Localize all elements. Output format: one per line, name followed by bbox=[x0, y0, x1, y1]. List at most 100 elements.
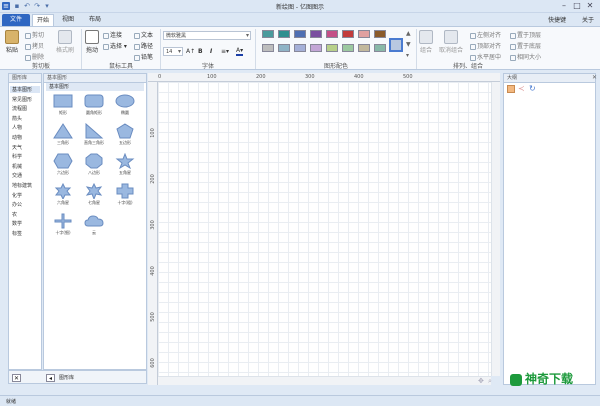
align-top-button[interactable]: 顶部对齐 bbox=[470, 41, 501, 50]
maximize-icon[interactable]: □ bbox=[571, 1, 583, 11]
library-category-item[interactable]: 地标建筑 bbox=[12, 182, 32, 189]
library-category-item[interactable]: 交通 bbox=[12, 172, 22, 179]
shape-item[interactable]: 五边形 bbox=[110, 123, 140, 146]
library-category-item[interactable]: 数学 bbox=[12, 220, 22, 227]
shape-item[interactable]: 六边形 bbox=[48, 153, 78, 176]
library-footer-label[interactable]: 图形库 bbox=[59, 374, 74, 381]
shape-item[interactable]: 椭圆 bbox=[110, 93, 140, 116]
color-swatch[interactable] bbox=[262, 44, 274, 52]
same-size-button[interactable]: 相同大小 bbox=[510, 52, 541, 61]
tab-view[interactable]: 视图 bbox=[57, 14, 79, 26]
close-library-icon[interactable]: ✕ bbox=[12, 374, 21, 382]
outline-share-icon[interactable]: ≺ bbox=[518, 84, 525, 93]
search-icon[interactable]: ⌕ bbox=[488, 377, 492, 386]
shape-item[interactable]: 十字(细) bbox=[48, 213, 78, 236]
library-category-item[interactable]: 天气 bbox=[12, 144, 22, 151]
library-category-item[interactable]: 农 bbox=[12, 211, 17, 218]
shape-item[interactable]: 直角三角形 bbox=[79, 123, 109, 146]
tab-layout[interactable]: 布局 bbox=[84, 14, 106, 26]
color-swatch[interactable] bbox=[278, 30, 290, 38]
bold-button[interactable]: B bbox=[198, 48, 203, 55]
library-category-item[interactable]: 常见图形 bbox=[12, 96, 32, 103]
format-painter-button[interactable]: 格式刷 bbox=[50, 30, 80, 54]
color-swatch[interactable] bbox=[374, 30, 386, 38]
horizontal-scrollbar[interactable] bbox=[158, 376, 491, 385]
bring-top-button[interactable]: 置于顶层 bbox=[510, 30, 541, 39]
shape-item[interactable]: 云 bbox=[79, 213, 109, 236]
align-center-button[interactable]: 水平居中 bbox=[470, 52, 501, 61]
color-swatch[interactable] bbox=[310, 44, 322, 52]
color-swatch[interactable] bbox=[262, 30, 274, 38]
paste-button[interactable]: 粘贴 bbox=[4, 30, 20, 54]
shape-item[interactable]: 六角星 bbox=[48, 183, 78, 206]
outline-panel: ≺ ↻ ✕ bbox=[503, 74, 597, 385]
about-link[interactable]: 关于 bbox=[582, 15, 594, 24]
colors-scroll-up-icon[interactable]: ▲ bbox=[406, 30, 411, 37]
connect-button[interactable]: 连接 bbox=[103, 30, 122, 39]
color-swatch[interactable] bbox=[326, 44, 338, 52]
library-back-icon[interactable]: ◂ bbox=[46, 374, 55, 382]
cut-button[interactable]: 剪切 bbox=[25, 30, 44, 39]
color-swatch[interactable] bbox=[294, 44, 306, 52]
shape-item[interactable]: 七角星 bbox=[79, 183, 109, 206]
color-swatch[interactable] bbox=[342, 44, 354, 52]
current-color-swatch[interactable] bbox=[389, 38, 403, 52]
shape-item[interactable]: 圆角矩形 bbox=[79, 93, 109, 116]
select-button[interactable]: 选择 ▾ bbox=[103, 41, 127, 50]
zoom-fit-icon[interactable]: ✥ bbox=[478, 377, 484, 385]
vertical-scrollbar[interactable] bbox=[491, 82, 500, 376]
font-size-select[interactable]: 14 bbox=[163, 47, 183, 56]
copy-button[interactable]: 拷贝 bbox=[25, 41, 44, 50]
minimize-icon[interactable]: – bbox=[558, 1, 570, 11]
color-swatch[interactable] bbox=[342, 30, 354, 38]
color-swatch[interactable] bbox=[374, 44, 386, 52]
colors-scroll-down-icon[interactable]: ▼ bbox=[406, 41, 411, 48]
outline-close-icon[interactable]: ✕ bbox=[592, 74, 597, 81]
library-category-item[interactable]: 动物 bbox=[12, 134, 22, 141]
italic-button[interactable]: I bbox=[210, 48, 212, 55]
color-swatch[interactable] bbox=[358, 44, 370, 52]
tab-file[interactable]: 文件 bbox=[2, 14, 30, 26]
shape-item[interactable]: 八边形 bbox=[79, 153, 109, 176]
group-button[interactable]: 组合 bbox=[418, 30, 434, 54]
font-family-select[interactable]: 微软雅黑 bbox=[163, 31, 251, 40]
library-category-item[interactable]: 标签 bbox=[12, 230, 22, 237]
library-category-item[interactable]: 科学 bbox=[12, 153, 22, 160]
library-category-item[interactable]: 化学 bbox=[12, 192, 22, 199]
colors-more-icon[interactable]: ▾ bbox=[406, 52, 409, 59]
color-swatch[interactable] bbox=[294, 30, 306, 38]
library-category-item[interactable]: 流程图 bbox=[12, 105, 27, 112]
shape-item[interactable]: 十字(粗) bbox=[110, 183, 140, 206]
color-swatch[interactable] bbox=[278, 44, 290, 52]
color-swatch[interactable] bbox=[310, 30, 322, 38]
outline-refresh-icon[interactable]: ↻ bbox=[529, 84, 536, 93]
library-category-item[interactable]: 办公 bbox=[12, 201, 22, 208]
path-button[interactable]: 路径 bbox=[134, 41, 153, 50]
close-icon[interactable]: ✕ bbox=[584, 1, 596, 11]
color-swatch[interactable] bbox=[326, 30, 338, 38]
shortcut-link[interactable]: 快捷键 bbox=[548, 15, 566, 24]
library-category-item[interactable]: 人物 bbox=[12, 124, 22, 131]
text-button[interactable]: 文本 bbox=[134, 30, 153, 39]
shapes-section-title[interactable]: 基本图形 bbox=[46, 83, 144, 91]
delete-button[interactable]: 删除 bbox=[25, 52, 44, 61]
pen-button[interactable]: 铅笔 bbox=[134, 52, 153, 61]
grow-font-icon[interactable]: A↑ bbox=[186, 48, 195, 55]
font-color-icon[interactable]: A▾ bbox=[236, 47, 244, 56]
library-category-item[interactable]: 基本图形 bbox=[10, 86, 40, 93]
color-swatch[interactable] bbox=[358, 30, 370, 38]
shape-item[interactable]: 三角形 bbox=[48, 123, 78, 146]
shape-item[interactable]: 矩形 bbox=[48, 93, 78, 116]
outline-panel-header: 大纲 bbox=[503, 73, 596, 83]
library-category-item[interactable]: 机械 bbox=[12, 163, 22, 170]
tab-home[interactable]: 开始 bbox=[32, 14, 54, 26]
drawing-canvas[interactable] bbox=[158, 82, 491, 376]
outline-home-icon[interactable] bbox=[507, 85, 515, 93]
ungroup-button[interactable]: 取消组合 bbox=[437, 30, 465, 54]
send-bottom-button[interactable]: 置于底层 bbox=[510, 41, 541, 50]
library-category-item[interactable]: 箭头 bbox=[12, 115, 22, 122]
shape-item[interactable]: 五角星 bbox=[110, 153, 140, 176]
align-left-button[interactable]: 左侧对齐 bbox=[470, 30, 501, 39]
align-icon[interactable]: ≡▾ bbox=[221, 48, 229, 55]
pan-button[interactable]: 拖动 bbox=[84, 30, 100, 54]
